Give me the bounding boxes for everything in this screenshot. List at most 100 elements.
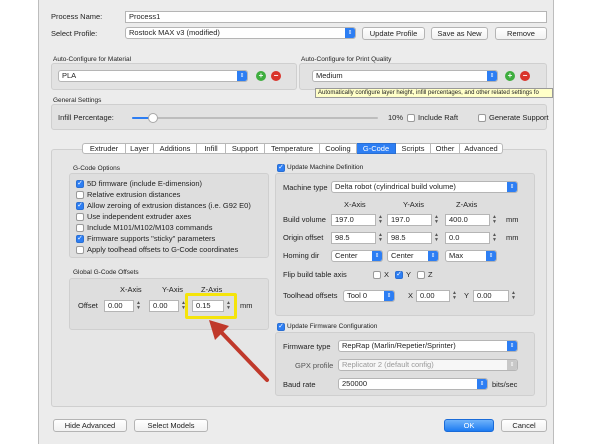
homing-z-dropdown[interactable]: Max ⇕ <box>445 250 497 262</box>
flip-z-checkbox[interactable] <box>417 271 425 279</box>
tab-other[interactable]: Other <box>431 143 460 154</box>
origin-offset-x-input[interactable]: 98.5 <box>331 232 376 244</box>
flip-x-checkbox[interactable] <box>373 271 381 279</box>
update-profile-button[interactable]: Update Profile <box>362 27 425 40</box>
remove-icon[interactable]: − <box>271 71 281 81</box>
stepper-icon[interactable]: ▲ ▼ <box>225 301 232 311</box>
machine-type-dropdown[interactable]: Delta robot (cylindrical build volume) ⇕ <box>331 181 518 193</box>
baud-rate-dropdown[interactable]: 250000 ⇕ <box>338 378 488 390</box>
homing-x-value: Center <box>335 251 358 260</box>
homing-dir-label: Homing dir <box>283 251 320 260</box>
tab-advanced[interactable]: Advanced <box>460 143 503 154</box>
flip-y-checkbox[interactable]: ✓ <box>395 271 403 279</box>
gcode-option-checkbox[interactable] <box>76 224 84 232</box>
remove-button[interactable]: Remove <box>495 27 547 40</box>
gcode-option-checkbox[interactable]: ✓ <box>76 202 84 210</box>
material-dropdown[interactable]: PLA ⇕ <box>58 70 248 82</box>
annotation-arrow-icon <box>209 320 269 382</box>
offset-y-input[interactable]: 0.00 <box>149 300 179 312</box>
offset-unit: mm <box>240 301 253 310</box>
auto-quality-panel: Medium ⇕ + − <box>299 63 547 90</box>
stepper-icon[interactable]: ▲ ▼ <box>491 233 498 243</box>
gcode-options-panel: ✓ 5D firmware (include E-dimension) Rela… <box>69 173 269 258</box>
process-name-input[interactable]: Process1 <box>125 11 547 23</box>
machine-z-header: Z-Axis <box>456 200 478 209</box>
gcode-option-checkbox[interactable] <box>76 246 84 254</box>
stepper-icon[interactable]: ▲ ▼ <box>433 215 440 225</box>
firmware-type-dropdown[interactable]: RepRap (Marlin/Repetier/Sprinter) ⇕ <box>338 340 518 352</box>
gcode-option-checkbox[interactable] <box>76 191 84 199</box>
homing-y-dropdown[interactable]: Center ⇕ <box>387 250 439 262</box>
chevron-updown-icon: ⇕ <box>477 379 487 389</box>
select-models-button[interactable]: Select Models <box>134 419 208 432</box>
offset-x-input[interactable]: 0.00 <box>104 300 134 312</box>
tab-gcode[interactable]: G-Code <box>357 143 396 154</box>
gcode-option-checkbox[interactable]: ✓ <box>76 180 84 188</box>
infill-slider-track[interactable] <box>132 117 378 119</box>
gcode-option-label: Relative extrusion distances <box>87 190 181 199</box>
stepper-icon[interactable]: ▲ ▼ <box>451 291 458 301</box>
origin-offset-z-input[interactable]: 0.0 <box>445 232 490 244</box>
firmware-type-value: RepRap (Marlin/Repetier/Sprinter) <box>342 341 456 350</box>
infill-slider-thumb[interactable] <box>148 113 158 123</box>
tab-layer[interactable]: Layer <box>126 143 154 154</box>
origin-offset-y-input[interactable]: 98.5 <box>387 232 432 244</box>
save-as-new-button[interactable]: Save as New <box>431 27 488 40</box>
tab-temperature[interactable]: Temperature <box>265 143 320 154</box>
tab-scripts[interactable]: Scripts <box>396 143 431 154</box>
stepper-icon[interactable]: ▲ ▼ <box>433 233 440 243</box>
baud-rate-label: Baud rate <box>283 380 316 389</box>
stepper-icon[interactable]: ▲ ▼ <box>491 215 498 225</box>
ok-button[interactable]: OK <box>444 419 494 432</box>
toolhead-dropdown[interactable]: Tool 0 ⇕ <box>343 290 395 302</box>
chevron-updown-icon: ⇕ <box>487 71 497 81</box>
homing-z-value: Max <box>449 251 464 260</box>
add-icon[interactable]: + <box>256 71 266 81</box>
tab-support[interactable]: Support <box>226 143 265 154</box>
chevron-updown-icon: ⇕ <box>237 71 247 81</box>
generate-support-checkbox[interactable] <box>478 114 486 122</box>
infill-percentage-label: Infill Percentage: <box>58 113 114 122</box>
remove-icon[interactable]: − <box>520 71 530 81</box>
update-machine-checkbox[interactable]: ✓ <box>277 164 285 172</box>
quality-dropdown[interactable]: Medium ⇕ <box>312 70 498 82</box>
include-raft-label: Include Raft <box>418 113 459 122</box>
build-volume-x-input[interactable]: 197.0 <box>331 214 376 226</box>
add-icon[interactable]: + <box>505 71 515 81</box>
select-profile-value: Rostock MAX v3 (modified) <box>129 28 220 37</box>
stepper-icon[interactable]: ▲ ▼ <box>377 215 384 225</box>
gcode-option-label: Use independent extruder axes <box>87 212 192 221</box>
tab-extruder[interactable]: Extruder <box>82 143 126 154</box>
gcode-option-label: Firmware supports "sticky" parameters <box>87 234 216 243</box>
chevron-updown-icon: ⇕ <box>507 341 517 351</box>
toolhead-x-input[interactable]: 0.00 <box>416 290 450 302</box>
gcode-option-checkbox[interactable]: ✓ <box>76 235 84 243</box>
build-volume-z-input[interactable]: 400.0 <box>445 214 490 226</box>
machine-definition-panel: Machine type Delta robot (cylindrical bu… <box>275 173 535 316</box>
stepper-icon[interactable]: ▲ ▼ <box>377 233 384 243</box>
build-volume-y-input[interactable]: 197.0 <box>387 214 432 226</box>
select-profile-dropdown[interactable]: Rostock MAX v3 (modified) ⇕ <box>125 27 356 39</box>
tab-infill[interactable]: Infill <box>197 143 226 154</box>
chevron-updown-icon: ⇕ <box>372 251 382 261</box>
include-raft-checkbox[interactable] <box>407 114 415 122</box>
infill-percentage-value: 10% <box>388 113 404 122</box>
hide-advanced-button[interactable]: Hide Advanced <box>53 419 127 432</box>
global-offsets-label: Global G-Code Offsets <box>73 269 139 276</box>
tab-additions[interactable]: Additions <box>154 143 197 154</box>
stepper-icon[interactable]: ▲ ▼ <box>510 291 517 301</box>
homing-x-dropdown[interactable]: Center ⇕ <box>331 250 383 262</box>
toolhead-y-input[interactable]: 0.00 <box>473 290 509 302</box>
build-volume-unit: mm <box>506 215 519 224</box>
cancel-button[interactable]: Cancel <box>501 419 547 432</box>
update-firmware-label: Update Firmware Configuration <box>287 323 378 330</box>
auto-material-panel: PLA ⇕ + − <box>51 63 297 90</box>
build-volume-label: Build volume <box>283 215 326 224</box>
offset-z-input[interactable]: 0.15 <box>192 300 224 312</box>
tab-cooling[interactable]: Cooling <box>320 143 357 154</box>
firmware-type-label: Firmware type <box>283 342 331 351</box>
baud-rate-value: 250000 <box>342 379 368 388</box>
gcode-option-label: 5D firmware (include E-dimension) <box>87 179 203 188</box>
gcode-option-checkbox[interactable] <box>76 213 84 221</box>
stepper-icon[interactable]: ▲ ▼ <box>135 301 142 311</box>
